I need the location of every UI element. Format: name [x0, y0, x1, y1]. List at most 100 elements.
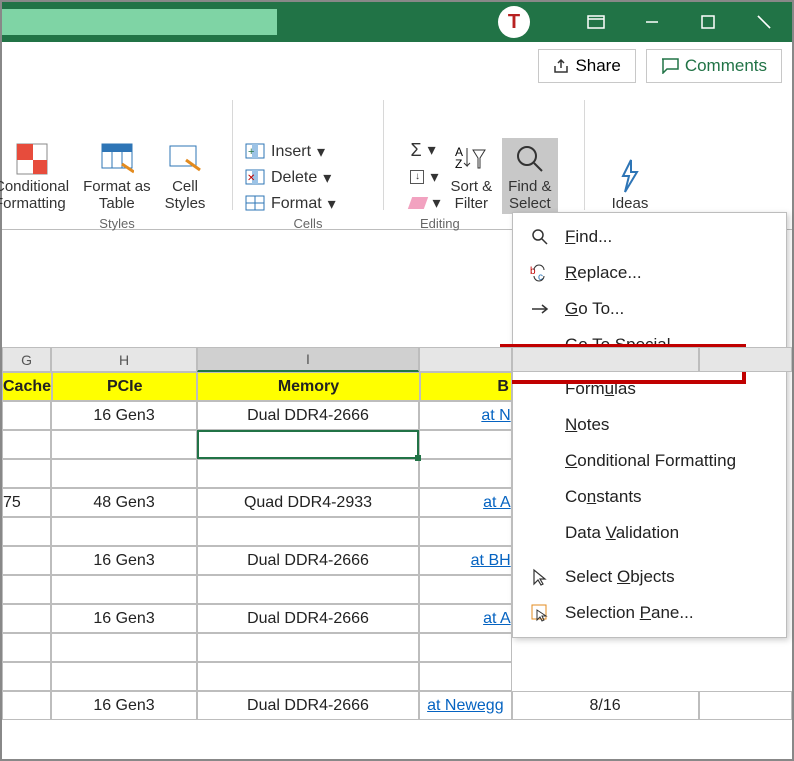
- share-button[interactable]: Share: [538, 49, 635, 83]
- cell[interactable]: [2, 517, 51, 546]
- col-header-K[interactable]: [512, 347, 699, 372]
- eraser-icon: [408, 197, 428, 209]
- cell[interactable]: Quad DDR4-2933: [197, 488, 419, 517]
- cell[interactable]: [197, 662, 419, 691]
- ideas-button[interactable]: Ideas: [605, 155, 655, 214]
- header-memory[interactable]: Memory: [197, 372, 419, 401]
- cell[interactable]: 75: [2, 488, 51, 517]
- cell[interactable]: [2, 430, 51, 459]
- cell[interactable]: [2, 604, 51, 633]
- cells-group-label: Cells: [294, 216, 323, 231]
- sort-filter-button[interactable]: AZ Sort & Filter: [444, 138, 498, 215]
- cell[interactable]: [51, 459, 197, 488]
- cell[interactable]: [699, 691, 792, 720]
- cell[interactable]: [419, 517, 512, 546]
- cell[interactable]: [51, 662, 197, 691]
- clear-button[interactable]: ▾: [410, 193, 440, 213]
- sort-filter-label: Sort & Filter: [450, 178, 492, 213]
- header-b[interactable]: B: [420, 372, 512, 401]
- comments-label: Comments: [685, 56, 767, 76]
- delete-cells-icon: ✕: [245, 169, 265, 187]
- chevron-down-icon: ▾: [430, 167, 438, 187]
- magnifier-icon: [529, 228, 551, 246]
- chevron-down-icon: ▾: [323, 168, 331, 188]
- insert-button[interactable]: + Insert ▾: [245, 142, 336, 162]
- cell[interactable]: [2, 575, 51, 604]
- column-headers[interactable]: G H I: [2, 347, 792, 372]
- find-select-button[interactable]: Find & Select: [502, 138, 557, 215]
- cell-link[interactable]: at A: [419, 488, 512, 517]
- cell[interactable]: [2, 691, 51, 720]
- close-button[interactable]: [736, 2, 792, 42]
- menu-find[interactable]: Find...: [513, 219, 786, 255]
- cell[interactable]: [419, 459, 512, 488]
- app-logo-icon: T: [498, 6, 530, 38]
- spreadsheet[interactable]: G H I Cache PCIe Memory B 16 Gen3 Dual D…: [2, 262, 792, 759]
- fill-button[interactable]: ↓▾: [410, 167, 440, 187]
- minimize-button[interactable]: [624, 2, 680, 42]
- cell-link[interactable]: at A: [419, 604, 512, 633]
- cell-link[interactable]: at Newegg: [419, 691, 511, 720]
- cell[interactable]: [419, 575, 512, 604]
- cell-link[interactable]: at N: [419, 401, 512, 430]
- header-pcie[interactable]: PCIe: [52, 372, 197, 401]
- cell[interactable]: [2, 546, 51, 575]
- cell[interactable]: Dual DDR4-2666: [197, 401, 419, 430]
- cell[interactable]: Dual DDR4-2666: [197, 691, 419, 720]
- col-header-G[interactable]: G: [2, 347, 51, 372]
- cell[interactable]: [2, 401, 51, 430]
- cell[interactable]: [2, 633, 51, 662]
- fill-down-icon: ↓: [410, 170, 424, 184]
- cell-link[interactable]: at BH: [419, 546, 512, 575]
- grid[interactable]: Cache PCIe Memory B 16 Gen3 Dual DDR4-26…: [2, 372, 792, 720]
- format-as-table-button[interactable]: Format as Table: [77, 138, 157, 215]
- cell[interactable]: [197, 459, 419, 488]
- cell[interactable]: 16 Gen3: [51, 604, 197, 633]
- cell[interactable]: 16 Gen3: [51, 691, 197, 720]
- svg-text:Z: Z: [455, 157, 462, 171]
- chevron-down-icon: ▾: [428, 140, 436, 160]
- cell[interactable]: [419, 430, 512, 459]
- cell[interactable]: [2, 662, 51, 691]
- table-icon: [98, 140, 136, 178]
- cell[interactable]: [51, 633, 197, 662]
- col-header-J[interactable]: [419, 347, 511, 372]
- cell[interactable]: 48 Gen3: [51, 488, 197, 517]
- cell[interactable]: [197, 575, 419, 604]
- sort-filter-icon: AZ: [452, 140, 490, 178]
- cell[interactable]: [197, 633, 419, 662]
- magnifier-icon: [511, 140, 549, 178]
- insert-cells-icon: +: [245, 143, 265, 161]
- cell[interactable]: [51, 575, 197, 604]
- col-header-L[interactable]: [699, 347, 792, 372]
- col-header-I[interactable]: I: [197, 347, 419, 372]
- cell[interactable]: 8/16: [512, 691, 699, 720]
- format-button[interactable]: Format ▾: [245, 194, 336, 214]
- svg-text:+: +: [248, 146, 254, 158]
- col-header-H[interactable]: H: [51, 347, 197, 372]
- cell[interactable]: [51, 517, 197, 546]
- header-cache[interactable]: Cache: [2, 372, 52, 401]
- cell[interactable]: 16 Gen3: [51, 546, 197, 575]
- autosum-button[interactable]: Σ▾: [410, 140, 440, 161]
- ribbon-display-options-button[interactable]: [568, 2, 624, 42]
- cell[interactable]: [419, 662, 512, 691]
- cell[interactable]: [2, 459, 51, 488]
- styles-group-label: Styles: [99, 216, 134, 231]
- delete-button[interactable]: ✕ Delete ▾: [245, 168, 336, 188]
- cell[interactable]: 16 Gen3: [51, 401, 197, 430]
- cell-styles-button[interactable]: Cell Styles: [159, 138, 212, 215]
- share-bar: Share Comments: [2, 42, 792, 90]
- chevron-down-icon: ▾: [328, 194, 336, 214]
- maximize-button[interactable]: [680, 2, 736, 42]
- cell[interactable]: [51, 430, 197, 459]
- conditional-formatting-icon: [13, 140, 51, 178]
- cell[interactable]: [419, 633, 512, 662]
- cell[interactable]: Dual DDR4-2666: [197, 604, 419, 633]
- cell[interactable]: [197, 517, 419, 546]
- cell[interactable]: Dual DDR4-2666: [197, 546, 419, 575]
- comments-button[interactable]: Comments: [646, 49, 782, 83]
- conditional-formatting-button[interactable]: Conditional Formatting: [0, 138, 75, 215]
- title-bar: T: [2, 2, 792, 42]
- selected-cell[interactable]: [197, 430, 419, 459]
